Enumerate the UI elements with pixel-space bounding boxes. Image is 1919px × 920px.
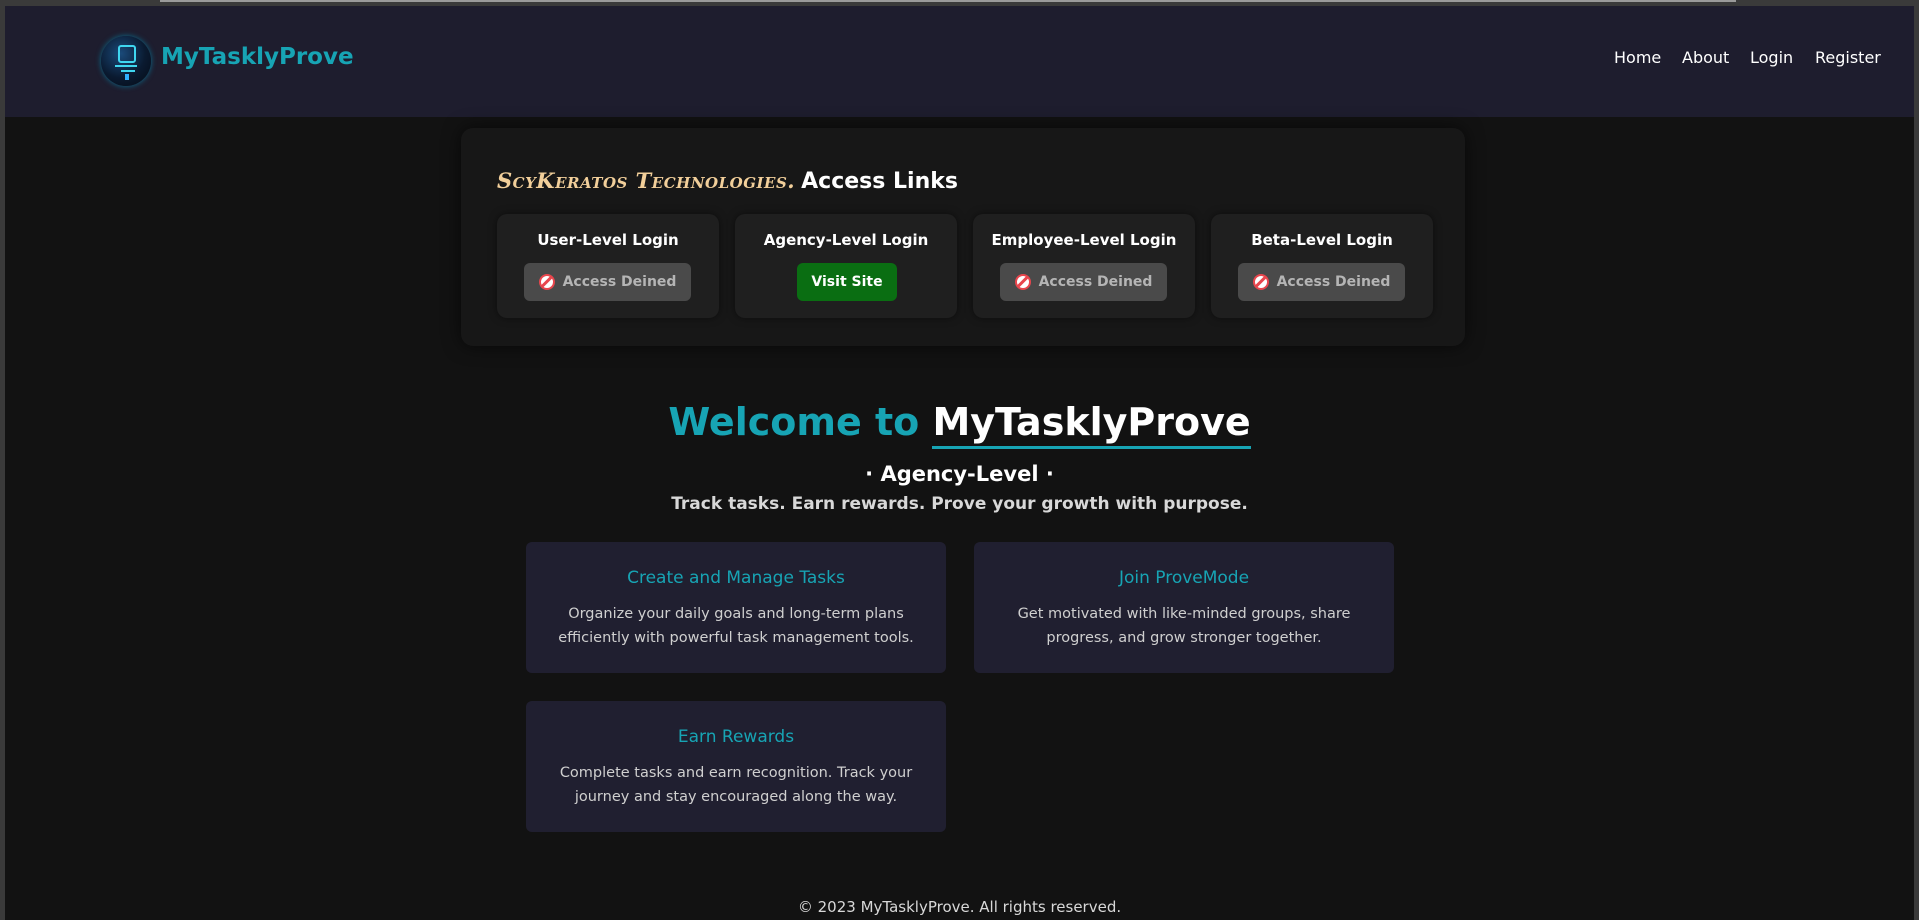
access-links-title: Access Links bbox=[801, 169, 958, 194]
button-label: Access Deined bbox=[1038, 274, 1153, 290]
agency-level-card: Agency-Level Login Visit Site bbox=[735, 214, 957, 318]
visit-site-button[interactable]: Visit Site bbox=[797, 263, 897, 301]
no-entry-icon bbox=[1014, 274, 1031, 290]
no-entry-icon bbox=[1252, 274, 1269, 290]
card-title: Employee-Level Login bbox=[991, 231, 1177, 249]
feature-card-provemode: Join ProveMode Get motivated with like-m… bbox=[974, 542, 1394, 673]
button-label: Access Deined bbox=[562, 274, 677, 290]
feature-title: Create and Manage Tasks bbox=[627, 568, 845, 588]
no-entry-icon bbox=[538, 274, 555, 290]
feature-card-tasks: Create and Manage Tasks Organize your da… bbox=[526, 542, 946, 673]
button-label: Access Deined bbox=[1276, 274, 1391, 290]
beta-level-access-button[interactable]: Access Deined bbox=[1238, 263, 1405, 301]
nav-home-link[interactable]: Home bbox=[1614, 48, 1661, 67]
logo-icon[interactable] bbox=[101, 36, 151, 86]
user-level-card: User-Level Login Access Deined bbox=[497, 214, 719, 318]
company-name: ScyKeratos Technologies. bbox=[497, 168, 796, 193]
hero-app-name: MyTasklyProve bbox=[932, 400, 1251, 449]
beta-level-card: Beta-Level Login Access Deined bbox=[1211, 214, 1433, 318]
site-header: MyTasklyProve Home About Login Register bbox=[5, 6, 1914, 117]
nav-login-link[interactable]: Login bbox=[1750, 48, 1793, 67]
hero-welcome: Welcome to bbox=[668, 400, 920, 444]
card-title: Beta-Level Login bbox=[1251, 231, 1393, 249]
feature-text: Organize your daily goals and long-term … bbox=[558, 606, 914, 646]
nav-about-link[interactable]: About bbox=[1682, 48, 1729, 67]
feature-title: Earn Rewards bbox=[677, 727, 795, 747]
hero-level: · Agency-Level · bbox=[865, 462, 1054, 486]
access-links-panel: ScyKeratos Technologies. Access Links Use… bbox=[461, 128, 1465, 346]
feature-title: Join ProveMode bbox=[1118, 568, 1250, 588]
brand-name[interactable]: MyTasklyProve bbox=[161, 44, 354, 70]
access-links-heading: ScyKeratos Technologies. Access Links bbox=[497, 168, 958, 194]
user-level-access-button[interactable]: Access Deined bbox=[524, 263, 691, 301]
footer-copyright: © 2023 MyTasklyProve. All rights reserve… bbox=[797, 898, 1122, 916]
card-title: User-Level Login bbox=[537, 231, 679, 249]
feature-text: Complete tasks and earn recognition. Tra… bbox=[559, 765, 913, 805]
window-top-border bbox=[160, 0, 1736, 2]
nav-register-link[interactable]: Register bbox=[1815, 48, 1881, 67]
employee-level-access-button[interactable]: Access Deined bbox=[1000, 263, 1167, 301]
card-title: Agency-Level Login bbox=[763, 231, 929, 249]
hero-title: Welcome to MyTasklyProve bbox=[5, 400, 1914, 449]
hero-tagline: Track tasks. Earn rewards. Prove your gr… bbox=[671, 494, 1248, 514]
browser-viewport: MyTasklyProve Home About Login Register … bbox=[5, 6, 1914, 920]
feature-text: Get motivated with like-minded groups, s… bbox=[1017, 606, 1351, 646]
employee-level-card: Employee-Level Login Access Deined bbox=[973, 214, 1195, 318]
feature-card-rewards: Earn Rewards Complete tasks and earn rec… bbox=[526, 701, 946, 832]
